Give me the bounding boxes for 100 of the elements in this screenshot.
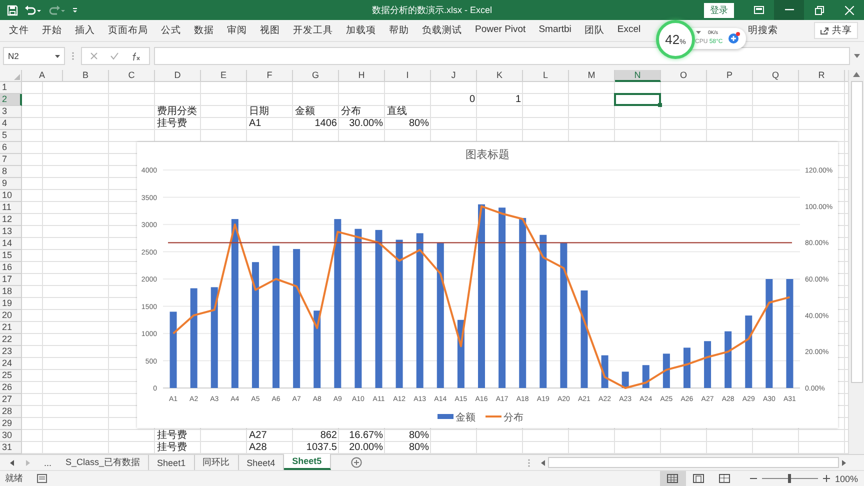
column-header[interactable]: O <box>661 70 707 82</box>
close-icon[interactable] <box>844 6 854 14</box>
column-header[interactable]: R <box>799 70 845 82</box>
plus-icon[interactable] <box>728 32 740 44</box>
undo-icon[interactable] <box>24 4 42 16</box>
row-header[interactable]: 21 <box>0 322 22 334</box>
name-box[interactable]: N2 <box>3 47 65 65</box>
formula-input[interactable] <box>154 47 850 65</box>
row-header[interactable]: 22 <box>0 334 22 346</box>
column-header[interactable]: H <box>339 70 385 82</box>
row-header[interactable]: 3 <box>0 106 22 118</box>
column-header[interactable]: P <box>707 70 753 82</box>
table-cell-text: 挂号费 <box>156 118 188 130</box>
row-header[interactable]: 25 <box>0 370 22 382</box>
ribbon-tab[interactable]: Smartbi <box>538 24 572 37</box>
row-header[interactable]: 18 <box>0 286 22 298</box>
ribbon-tab[interactable]: 加载项 <box>346 24 376 37</box>
save-icon[interactable] <box>7 4 18 16</box>
ribbon-tab[interactable]: Power Pivot <box>475 24 526 37</box>
row-header[interactable]: 10 <box>0 190 22 202</box>
row-header[interactable]: 31 <box>0 442 22 454</box>
function-icon[interactable] <box>131 52 141 60</box>
column-header[interactable]: F <box>247 70 293 82</box>
zoom-in-icon[interactable] <box>822 475 830 482</box>
ribbon-tab[interactable]: 文件 <box>9 24 29 37</box>
share-button[interactable]: 共享 <box>814 22 858 39</box>
column-header[interactable]: G <box>293 70 339 82</box>
row-header[interactable]: 20 <box>0 310 22 322</box>
row-header[interactable]: 26 <box>0 382 22 394</box>
row-header[interactable]: 27 <box>0 394 22 406</box>
expand-icon[interactable] <box>854 54 860 58</box>
column-header[interactable]: K <box>477 70 523 82</box>
selected-cell[interactable] <box>614 93 661 106</box>
row-header[interactable]: 2 <box>0 94 22 106</box>
ribbon-tab[interactable]: 负载测试 <box>422 24 462 37</box>
row-header[interactable]: 19 <box>0 298 22 310</box>
ribbon-tab[interactable]: 开发工具 <box>293 24 333 37</box>
ribbon-tab[interactable]: 开始 <box>42 24 62 37</box>
column-header[interactable]: E <box>201 70 247 82</box>
column-header[interactable]: Q <box>753 70 799 82</box>
more-sheets[interactable]: ... <box>38 458 58 468</box>
row-header[interactable]: 11 <box>0 202 22 214</box>
add-sheet-icon[interactable] <box>350 457 362 468</box>
column-header[interactable]: B <box>63 70 109 82</box>
ribbon-tab[interactable]: 视图 <box>260 24 280 37</box>
row-header[interactable]: 6 <box>0 142 22 154</box>
ribbon-tab[interactable]: 审阅 <box>227 24 247 37</box>
row-header[interactable]: 30 <box>0 430 22 442</box>
column-header[interactable]: J <box>431 70 477 82</box>
ribbon-tab[interactable]: 页面布局 <box>108 24 148 37</box>
row-header[interactable]: 1 <box>0 82 22 94</box>
chart[interactable] <box>137 142 838 428</box>
sheet-tab[interactable]: Sheet5 <box>284 454 331 470</box>
ribbon-display-icon[interactable] <box>754 6 764 14</box>
minimize-icon[interactable] <box>784 9 794 11</box>
row-header[interactable]: 5 <box>0 130 22 142</box>
zoom-level[interactable]: 100% <box>834 474 858 484</box>
customize-icon[interactable] <box>72 6 78 14</box>
row-header[interactable]: 16 <box>0 262 22 274</box>
column-header[interactable]: M <box>569 70 615 82</box>
macro-icon[interactable] <box>37 474 47 483</box>
caret-icon[interactable] <box>696 31 701 34</box>
column-header[interactable]: I <box>385 70 431 82</box>
row-header[interactable]: 15 <box>0 250 22 262</box>
scroll-right-icon[interactable] <box>842 460 846 466</box>
row-header[interactable]: 4 <box>0 118 22 130</box>
restore-icon[interactable] <box>814 6 824 14</box>
row-header[interactable]: 9 <box>0 178 22 190</box>
scroll-left-icon[interactable] <box>541 460 545 466</box>
horizontal-scrollbar[interactable] <box>528 455 846 470</box>
chart-title: 图表标题 <box>466 149 510 161</box>
table-cell-text: 挂号费 <box>156 430 188 442</box>
row-header[interactable]: 14 <box>0 238 22 250</box>
ribbon-tab[interactable]: 帮助 <box>389 24 409 37</box>
column-header[interactable]: L <box>523 70 569 82</box>
column-header[interactable]: D <box>155 70 201 82</box>
search-box[interactable]: 明搜索 <box>748 24 778 37</box>
row-header[interactable]: 28 <box>0 406 22 418</box>
column-header[interactable]: C <box>109 70 155 82</box>
column-header[interactable]: A <box>22 70 63 82</box>
row-header[interactable]: 23 <box>0 346 22 358</box>
row-header[interactable]: 29 <box>0 418 22 430</box>
zoom-out-icon[interactable] <box>750 475 757 482</box>
scroll-up-icon[interactable] <box>853 72 860 77</box>
row-header[interactable]: 13 <box>0 226 22 238</box>
vertical-scrollbar[interactable] <box>848 70 864 454</box>
ribbon-tab[interactable]: 插入 <box>75 24 95 37</box>
row-header[interactable]: 7 <box>0 154 22 166</box>
ribbon-tab[interactable]: 团队 <box>584 24 604 37</box>
column-header[interactable]: N <box>615 70 661 82</box>
row-header[interactable]: 8 <box>0 166 22 178</box>
ribbon-tab[interactable]: Excel <box>617 24 641 37</box>
view-button[interactable] <box>660 471 686 486</box>
ribbon-tab[interactable]: 公式 <box>161 24 181 37</box>
row-header[interactable]: 24 <box>0 358 22 370</box>
row-header[interactable]: 17 <box>0 274 22 286</box>
ribbon-tab[interactable]: 数据 <box>194 24 214 37</box>
row-header[interactable]: 12 <box>0 214 22 226</box>
previous-sheet-icon[interactable] <box>10 460 14 466</box>
login-button[interactable]: 登录 <box>704 2 734 18</box>
